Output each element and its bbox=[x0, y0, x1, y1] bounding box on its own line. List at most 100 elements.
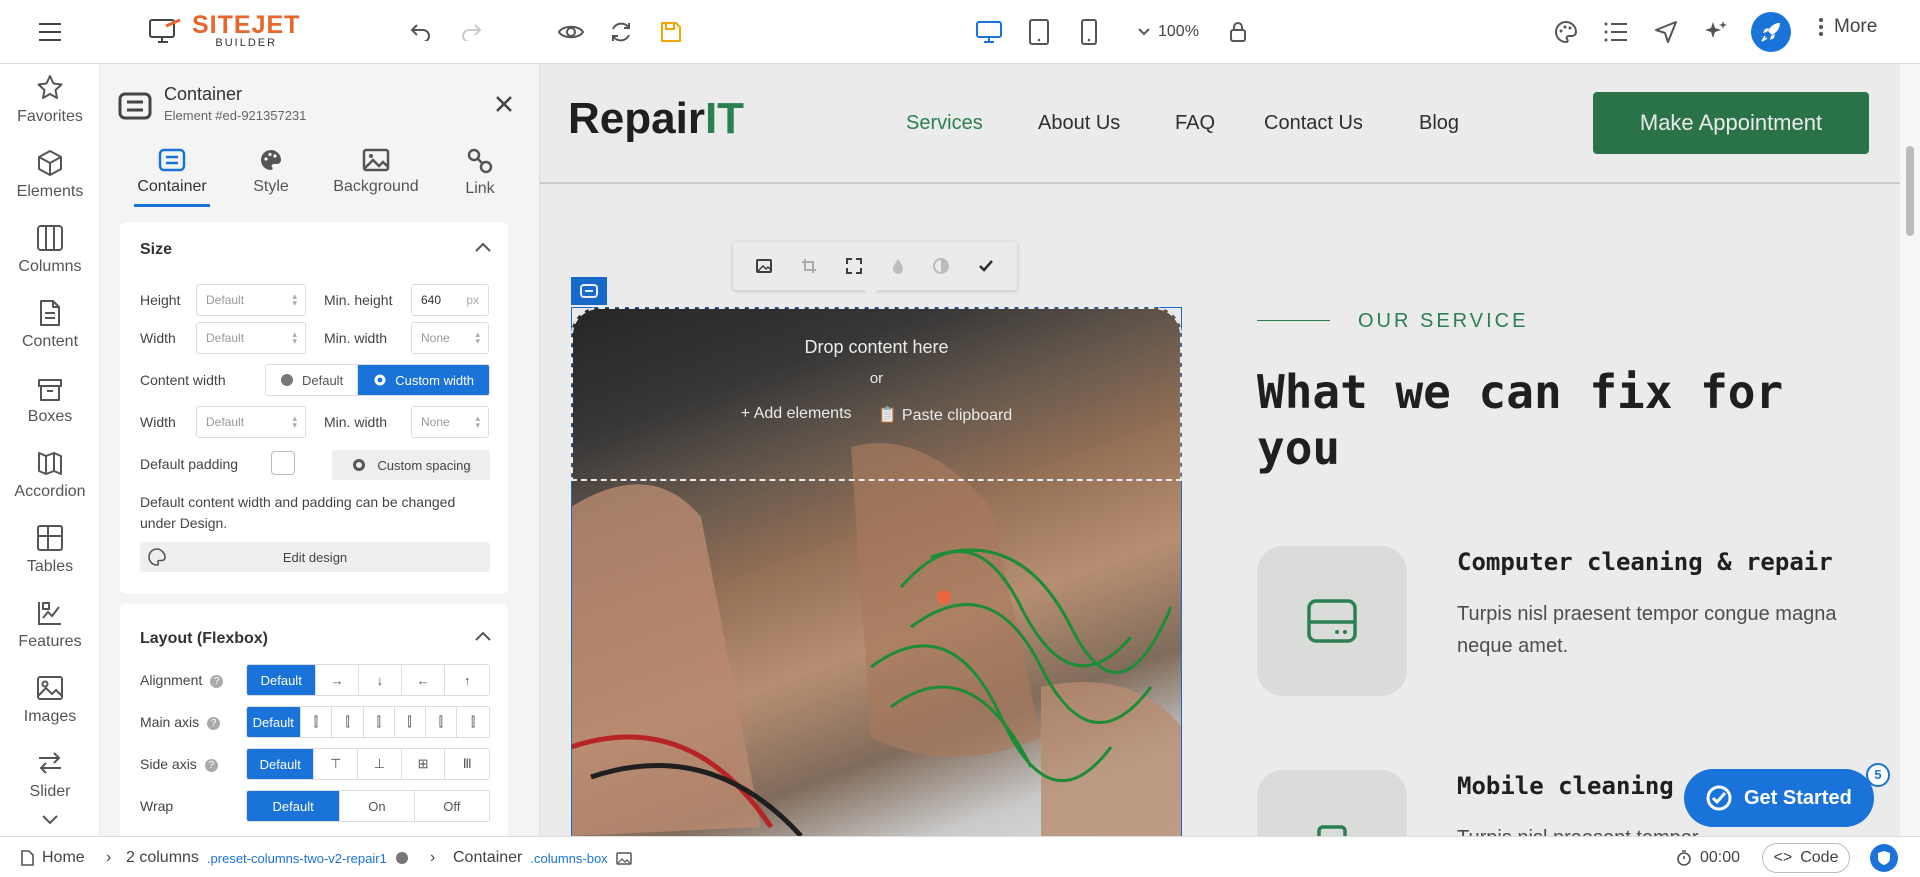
undo-icon[interactable] bbox=[401, 12, 441, 52]
arrow-left-icon[interactable]: ← bbox=[402, 665, 446, 695]
justify-around-icon[interactable]: ⫿ bbox=[426, 707, 458, 737]
align-stretch-icon[interactable]: Ⅲ bbox=[445, 749, 489, 779]
code-button[interactable]: <> Code bbox=[1762, 843, 1850, 873]
desktop-view-icon[interactable] bbox=[969, 12, 1009, 52]
nav-about-us[interactable]: About Us bbox=[1038, 112, 1120, 135]
justify-center-icon[interactable]: ⫿ bbox=[364, 707, 395, 737]
rail-item-columns[interactable]: Columns bbox=[0, 224, 100, 294]
design-palette-icon[interactable] bbox=[1546, 12, 1586, 52]
justify-start-icon[interactable]: ⫿ bbox=[301, 707, 333, 737]
justify-between-icon[interactable]: ⫿ bbox=[395, 707, 426, 737]
site-logo[interactable]: RepairIT bbox=[568, 94, 744, 144]
breadcrumb-columns[interactable]: 2 columns .preset-columns-two-v2-repair1 bbox=[126, 849, 409, 867]
nav-contact-us[interactable]: Contact Us bbox=[1264, 112, 1363, 135]
shield-icon[interactable] bbox=[1870, 844, 1898, 872]
tab-container[interactable]: Container bbox=[122, 148, 222, 207]
refresh-icon[interactable] bbox=[601, 12, 641, 52]
tab-style[interactable]: Style bbox=[221, 148, 321, 196]
chevron-up-icon[interactable] bbox=[474, 241, 492, 259]
chevron-up-icon[interactable] bbox=[474, 630, 492, 648]
canvas-scroll-thumb[interactable] bbox=[1906, 146, 1914, 236]
add-elements-button[interactable]: + Add elements bbox=[741, 405, 852, 425]
save-icon[interactable] bbox=[651, 12, 691, 52]
justify-end-icon[interactable]: ⫿ bbox=[332, 707, 365, 737]
side-axis-default-label: Default bbox=[259, 756, 301, 772]
width-input[interactable]: Default ▴ ▾ bbox=[196, 322, 306, 354]
rail-item-features[interactable]: Features bbox=[0, 599, 100, 669]
alignment-default[interactable]: Default bbox=[247, 665, 317, 695]
rail-item-slider[interactable]: Slider bbox=[0, 749, 100, 819]
fullscreen-icon[interactable] bbox=[846, 258, 863, 274]
tab-label: Container bbox=[137, 178, 207, 195]
help-icon: ? bbox=[210, 674, 224, 688]
rail-scroll-down-icon[interactable] bbox=[41, 814, 59, 826]
navigate-icon[interactable] bbox=[1646, 12, 1686, 52]
alignment-toggle: Default → ↓ ← ↑ bbox=[246, 664, 490, 696]
paste-clipboard-button[interactable]: 📋 Paste clipboard bbox=[878, 405, 1013, 425]
wrap-off[interactable]: Off bbox=[415, 791, 489, 821]
width2-input[interactable]: Default ▴ ▾ bbox=[196, 406, 306, 438]
more-label: More bbox=[1834, 16, 1878, 37]
side-axis-default[interactable]: Default bbox=[247, 749, 315, 779]
drop-zone[interactable]: Drop content here or + Add elements 📋 Pa… bbox=[571, 307, 1182, 481]
width-label: Width bbox=[140, 330, 176, 346]
design-note: Default content width and padding can be… bbox=[140, 494, 456, 531]
rail-item-boxes[interactable]: Boxes bbox=[0, 374, 100, 444]
content-width-custom[interactable]: Custom width bbox=[358, 365, 489, 395]
crop-icon[interactable] bbox=[801, 258, 817, 274]
rail-item-favorites[interactable]: Favorites bbox=[0, 74, 100, 144]
site-logo-part1: Repair bbox=[568, 94, 705, 143]
main-axis-default[interactable]: Default bbox=[247, 707, 301, 737]
arrow-up-icon[interactable]: ↑ bbox=[445, 665, 489, 695]
arrow-down-icon[interactable]: ↓ bbox=[359, 665, 402, 695]
height-input[interactable]: Default ▴ ▾ bbox=[196, 284, 306, 316]
justify-evenly-icon[interactable]: ⫿ bbox=[457, 707, 489, 737]
nav-faq[interactable]: FAQ bbox=[1175, 112, 1215, 135]
arrow-right-icon[interactable]: → bbox=[316, 665, 360, 695]
align-top-icon[interactable]: ⊤ bbox=[314, 749, 359, 779]
min-width2-input[interactable]: None ▴ ▾ bbox=[411, 406, 489, 438]
custom-spacing-button[interactable]: Custom spacing bbox=[332, 450, 490, 480]
tablet-view-icon[interactable] bbox=[1019, 12, 1059, 52]
get-started-button[interactable]: Get Started bbox=[1684, 769, 1874, 827]
check-icon[interactable] bbox=[978, 259, 994, 273]
close-icon[interactable] bbox=[494, 94, 518, 118]
container-badge-icon[interactable] bbox=[571, 277, 607, 305]
wrap-default[interactable]: Default bbox=[247, 791, 341, 821]
tab-background[interactable]: Background bbox=[326, 148, 426, 196]
chevron-right-icon: › bbox=[106, 849, 112, 866]
min-height-input[interactable]: 640 px bbox=[411, 284, 489, 316]
redo-icon[interactable] bbox=[451, 12, 491, 52]
hamburger-menu-icon[interactable] bbox=[30, 12, 70, 52]
rail-item-elements[interactable]: Elements bbox=[0, 149, 100, 219]
rail-item-images[interactable]: Images bbox=[0, 674, 100, 744]
content-width-default[interactable]: Default bbox=[266, 365, 359, 395]
breadcrumb-home[interactable]: Home bbox=[20, 849, 85, 867]
ai-sparkle-icon[interactable] bbox=[1696, 12, 1736, 52]
drop-icon[interactable] bbox=[892, 258, 904, 274]
mobile-view-icon[interactable] bbox=[1069, 12, 1109, 52]
publish-rocket-icon[interactable] bbox=[1751, 12, 1791, 52]
zoom-select[interactable]: 100% bbox=[1126, 16, 1212, 48]
default-padding-checkbox[interactable] bbox=[271, 451, 295, 475]
nav-blog[interactable]: Blog bbox=[1419, 112, 1459, 135]
more-menu[interactable]: More bbox=[1818, 16, 1877, 38]
replace-image-icon[interactable] bbox=[755, 259, 772, 273]
edit-design-button[interactable]: Edit design bbox=[140, 542, 490, 572]
preview-eye-icon[interactable] bbox=[551, 12, 591, 52]
align-bottom-icon[interactable]: ⊥ bbox=[358, 749, 402, 779]
breadcrumb-container[interactable]: Container .columns-box bbox=[453, 849, 632, 867]
align-center-icon[interactable]: ⊞ bbox=[402, 749, 446, 779]
tab-link[interactable]: Link bbox=[430, 148, 530, 198]
add-elements-label: Add elements bbox=[753, 405, 852, 422]
pages-list-icon[interactable] bbox=[1596, 12, 1636, 52]
wrap-on[interactable]: On bbox=[340, 791, 415, 821]
rail-item-tables[interactable]: Tables bbox=[0, 524, 100, 594]
contrast-icon[interactable] bbox=[932, 258, 949, 274]
lock-icon[interactable] bbox=[1218, 12, 1258, 52]
make-appointment-button[interactable]: Make Appointment bbox=[1593, 92, 1869, 154]
nav-services[interactable]: Services bbox=[906, 112, 983, 135]
min-width-input[interactable]: None ▴ ▾ bbox=[411, 322, 489, 354]
rail-item-content[interactable]: Content bbox=[0, 299, 100, 369]
rail-item-accordion[interactable]: Accordion bbox=[0, 449, 100, 519]
